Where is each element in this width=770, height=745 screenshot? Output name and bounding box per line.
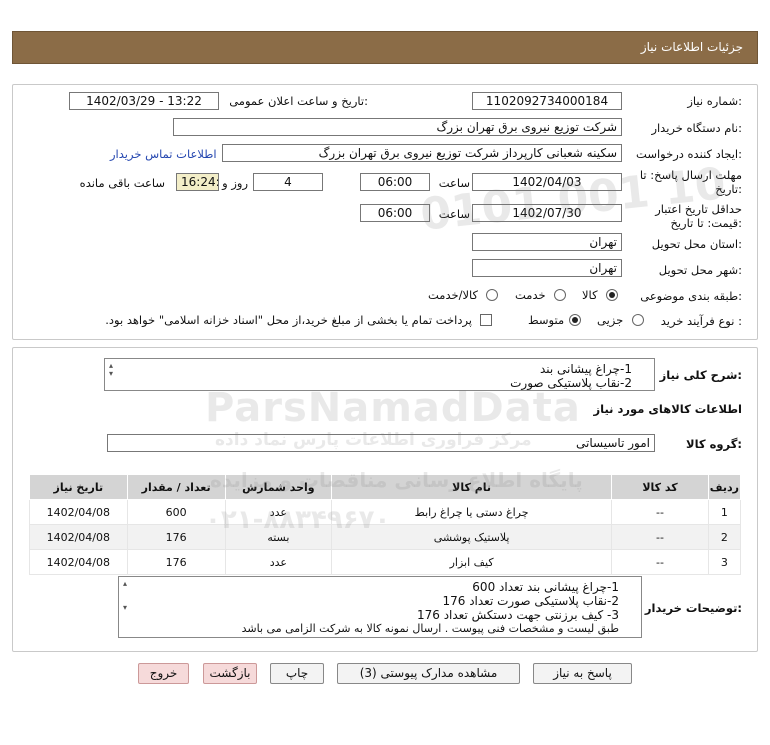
- deadline-time-label: ساعت: [438, 176, 470, 190]
- need-number-label: شماره نیاز:: [687, 94, 742, 108]
- remaining-time-label: ساعت باقی مانده: [79, 176, 165, 190]
- view-attachments-button[interactable]: مشاهده مدارک پیوستی (3): [337, 663, 520, 684]
- validity-date-field[interactable]: 1402/07/30: [472, 204, 622, 222]
- cell-index: 2: [707, 524, 742, 550]
- cell-code: --: [611, 499, 709, 525]
- goods-table: ردیف کد کالا نام کالا واحد شمارش تعداد /…: [29, 474, 742, 575]
- city-field[interactable]: تهران: [472, 259, 622, 277]
- remaining-time-field: 16:24:52: [176, 173, 219, 191]
- exit-button[interactable]: خروج: [138, 663, 189, 684]
- goods-group-field[interactable]: امور تاسیساتی: [107, 434, 655, 452]
- col-header-qty: تعداد / مقدار: [126, 474, 226, 500]
- cell-date: 1402/04/08: [29, 524, 128, 550]
- cell-date: 1402/04/08: [29, 499, 128, 525]
- announce-datetime-label: تاریخ و ساعت اعلان عمومی:: [229, 94, 368, 108]
- treasury-bonds-checkbox[interactable]: [480, 314, 492, 326]
- validity-time-field[interactable]: 06:00: [360, 204, 430, 222]
- page: جزئیات اطلاعات نیاز شماره نیاز: 11020927…: [0, 0, 770, 745]
- table-row[interactable]: 3 -- کیف ابزار عدد 176 1402/04/08: [29, 549, 742, 575]
- back-button[interactable]: بازگشت: [203, 663, 257, 684]
- cell-index: 1: [707, 499, 742, 525]
- deadline-label-date: تاریخ:: [715, 182, 742, 196]
- summary-line: 2-نقاب پلاستیکی صورت: [510, 376, 632, 390]
- page-header: جزئیات اطلاعات نیاز: [12, 31, 758, 64]
- buyer-notes-line: طبق لیست و مشخصات فنی پیوست . ارسال نمون…: [241, 622, 619, 635]
- process-option-medium: متوسط: [528, 313, 565, 327]
- buyer-notes-line: 3- کیف برزنتی جهت دستکش تعداد 176: [416, 608, 619, 622]
- buyer-notes-textarea[interactable]: ▴ ▾ 1-چراغ پیشانی بند تعداد 600 2-نقاب پل…: [118, 576, 642, 638]
- category-radio-goods[interactable]: [606, 289, 618, 301]
- cell-unit: عدد: [224, 499, 333, 525]
- days-label: روز و: [222, 176, 248, 190]
- days-remaining-field[interactable]: 4: [253, 173, 323, 191]
- buyer-notes-line: 2-نقاب پلاستیکی صورت تعداد 176: [442, 594, 619, 608]
- cell-qty: 176: [126, 549, 226, 575]
- category-option-goods-service: کالا/خدمت: [428, 288, 479, 302]
- scroll-arrows-icon[interactable]: ▴ ▾: [109, 362, 113, 378]
- buyer-notes-line: 1-چراغ پیشانی بند تعداد 600: [472, 580, 619, 594]
- validity-label: حداقل تاریخ اعتبار: [655, 202, 742, 216]
- col-header-code: کد کالا: [611, 474, 709, 500]
- col-header-name: نام کالا: [331, 474, 613, 500]
- deadline-time-field[interactable]: 06:00: [360, 173, 430, 191]
- validity-time-label: ساعت: [438, 207, 470, 221]
- goods-table-header: ردیف کد کالا نام کالا واحد شمارش تعداد /…: [29, 474, 742, 500]
- col-header-date: تاریخ نیاز: [29, 474, 128, 500]
- cell-code: --: [611, 549, 709, 575]
- requester-label: ایجاد کننده درخواست:: [636, 147, 742, 161]
- buyer-org-field[interactable]: شرکت توزیع نیروی برق تهران بزرگ: [173, 118, 622, 136]
- print-button[interactable]: چاپ: [270, 663, 324, 684]
- announce-datetime-field[interactable]: 1402/03/29 - 13:22: [69, 92, 219, 110]
- process-type-label: نوع فرآیند خرید :: [660, 314, 742, 328]
- cell-qty: 176: [126, 524, 226, 550]
- category-radio-service[interactable]: [554, 289, 566, 301]
- col-header-index: ردیف: [707, 474, 742, 500]
- cell-qty: 600: [126, 499, 226, 525]
- process-radio-medium[interactable]: [569, 314, 581, 326]
- cell-index: 3: [707, 549, 742, 575]
- cell-unit: بسته: [224, 524, 333, 550]
- province-label: استان محل تحویل:: [651, 237, 742, 251]
- province-field[interactable]: تهران: [472, 233, 622, 251]
- cell-name: کیف ابزار: [331, 549, 613, 575]
- goods-group-label: گروه کالا:: [686, 437, 742, 451]
- cell-unit: عدد: [224, 549, 333, 575]
- table-row[interactable]: 2 -- پلاستیک پوششی بسته 176 1402/04/08: [29, 524, 742, 550]
- validity-label-date: قیمت: تا تاریخ:: [670, 216, 742, 230]
- requester-field[interactable]: سکینه شعبانی کارپرداز شرکت توزیع نیروی ب…: [222, 144, 622, 162]
- category-radio-goods-service[interactable]: [486, 289, 498, 301]
- category-option-goods: کالا: [582, 288, 598, 302]
- summary-line: 1-چراغ پیشانی بند: [539, 362, 632, 376]
- category-option-service: خدمت: [515, 288, 546, 302]
- need-number-field[interactable]: 1102092734000184: [472, 92, 622, 110]
- process-option-partial: جزیی: [597, 313, 624, 327]
- col-header-unit: واحد شمارش: [224, 474, 333, 500]
- buyer-contact-link[interactable]: اطلاعات تماس خریدار: [110, 147, 217, 161]
- deadline-date-field[interactable]: 1402/04/03: [472, 173, 622, 191]
- page-title: جزئیات اطلاعات نیاز: [640, 40, 743, 54]
- summary-label: شرح کلی نیاز:: [659, 368, 742, 382]
- treasury-bonds-note: پرداخت تمام یا بخشی از مبلغ خرید،از محل …: [105, 313, 472, 327]
- goods-section-title: اطلاعات کالاهای مورد نیاز: [593, 402, 742, 416]
- cell-name: پلاستیک پوششی: [331, 524, 613, 550]
- summary-textarea[interactable]: ▴ ▾ 1-چراغ پیشانی بند 2-نقاب پلاستیکی صور…: [104, 358, 655, 391]
- city-label: شهر محل تحویل:: [658, 263, 742, 277]
- cell-name: چراغ دستی یا چراغ رابط: [331, 499, 613, 525]
- scroll-arrows-icon[interactable]: ▴ ▾: [123, 580, 127, 612]
- cell-date: 1402/04/08: [29, 549, 128, 575]
- table-row[interactable]: 1 -- چراغ دستی یا چراغ رابط عدد 600 1402…: [29, 499, 742, 525]
- category-label: طبقه بندی موضوعی:: [640, 289, 742, 303]
- buyer-org-label: نام دستگاه خریدار:: [651, 121, 742, 135]
- buyer-notes-label: توضیحات خریدار:: [644, 601, 742, 615]
- deadline-label: مهلت ارسال پاسخ: تا: [639, 168, 742, 182]
- cell-code: --: [611, 524, 709, 550]
- process-radio-partial[interactable]: [632, 314, 644, 326]
- reply-to-need-button[interactable]: پاسخ به نیاز: [533, 663, 632, 684]
